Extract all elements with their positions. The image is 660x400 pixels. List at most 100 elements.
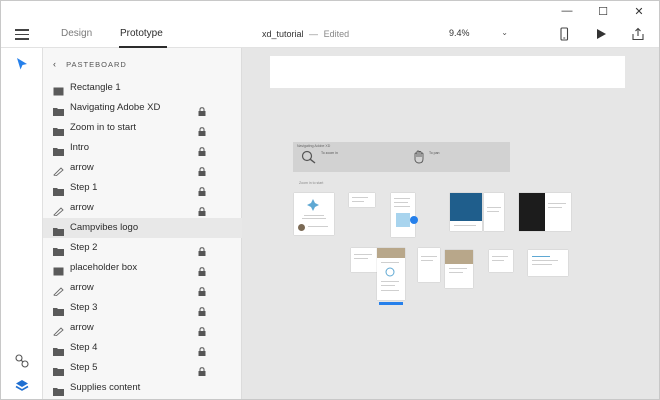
lock-icon[interactable] xyxy=(198,323,206,336)
layer-row[interactable]: Step 2 xyxy=(43,238,242,258)
lock-icon[interactable] xyxy=(198,243,206,256)
campvibes-logo-icon xyxy=(307,199,319,211)
nav-pan-hint: To pan xyxy=(429,151,440,155)
tab-prototype[interactable]: Prototype xyxy=(120,28,163,39)
navigating-adobe-xd-board[interactable]: Navigating Adobe XD To zoom in To pan xyxy=(293,142,510,172)
intro-artboard[interactable] xyxy=(294,193,334,235)
rectangle-icon xyxy=(53,83,64,96)
hamburger-menu-icon[interactable] xyxy=(15,29,29,40)
placeholder-box xyxy=(396,213,410,227)
close-button[interactable]: ✕ xyxy=(621,1,657,21)
layer-label: Intro xyxy=(70,142,90,153)
supplies-detail-artboard[interactable] xyxy=(418,248,440,282)
compass-icon xyxy=(385,267,395,277)
step-3-detail-artboard[interactable] xyxy=(484,193,504,231)
toolbar: Design Prototype xd_tutorial — Edited 9.… xyxy=(1,21,659,48)
layer-row[interactable]: Campvibes logo xyxy=(43,218,242,238)
share-icon[interactable] xyxy=(631,27,645,41)
layer-label: Step 3 xyxy=(70,302,98,313)
layer-row[interactable]: Step 5 xyxy=(43,358,242,378)
step-4-detail-artboard[interactable] xyxy=(545,193,571,231)
zoom-in-to-start-label: Zoom in to start xyxy=(299,181,324,185)
chevron-down-icon: ⌄ xyxy=(501,28,508,37)
layer-row[interactable]: arrow xyxy=(43,278,242,298)
layer-label: Navigating Adobe XD xyxy=(70,102,161,113)
zoom-value: 9.4% xyxy=(449,28,470,38)
document-title-separator: — xyxy=(309,29,319,39)
layer-row[interactable]: arrow xyxy=(43,158,242,178)
zoom-dropdown[interactable]: 9.4% ⌄ xyxy=(446,26,512,42)
layer-row[interactable]: placeholder box xyxy=(43,258,242,278)
rectangle-artboard[interactable] xyxy=(270,56,625,88)
minimize-button[interactable]: — xyxy=(549,1,585,21)
document-status: Edited xyxy=(323,29,350,39)
lock-icon[interactable] xyxy=(198,123,206,136)
folder-icon xyxy=(53,343,64,356)
step-3-artboard[interactable] xyxy=(450,193,482,231)
document-name: xd_tutorial xyxy=(262,29,304,39)
lock-icon[interactable] xyxy=(198,283,206,296)
layers-icon[interactable] xyxy=(14,378,30,394)
step-4-artboard[interactable] xyxy=(519,193,545,231)
layer-label: Step 2 xyxy=(70,242,98,253)
tab-design[interactable]: Design xyxy=(61,28,92,39)
campsite-detail-artboard[interactable] xyxy=(489,250,513,272)
lock-icon[interactable] xyxy=(198,143,206,156)
layer-list: Rectangle 1 Navigating Adobe XD Zoom in to… xyxy=(43,78,242,398)
layer-row[interactable]: Step 3 xyxy=(43,298,242,318)
layer-row[interactable]: Rectangle 1 xyxy=(43,78,242,98)
layer-row[interactable]: Navigating Adobe XD xyxy=(43,98,242,118)
chevron-left-icon[interactable]: ‹ xyxy=(53,59,57,69)
folder-icon xyxy=(53,363,64,376)
supplies-artboard[interactable] xyxy=(377,248,405,305)
lock-icon[interactable] xyxy=(198,303,206,316)
lock-icon[interactable] xyxy=(198,163,206,176)
step-5-artboard[interactable] xyxy=(351,248,377,272)
layer-label: Supplies content xyxy=(70,382,141,393)
lock-icon[interactable] xyxy=(198,263,206,276)
rectangle-icon xyxy=(53,263,64,276)
folder-icon xyxy=(53,123,64,136)
lock-icon[interactable] xyxy=(198,103,206,116)
layers-panel: ‹ PASTEBOARD Rectangle 1 Navigating Adobe… xyxy=(43,48,242,399)
document-title: xd_tutorial — Edited xyxy=(262,29,349,39)
layer-row[interactable]: Supplies content xyxy=(43,378,242,398)
layer-label: Step 1 xyxy=(70,182,98,193)
select-arrow-icon[interactable] xyxy=(14,56,30,72)
layer-label: arrow xyxy=(70,282,94,293)
pen-path-icon xyxy=(53,323,64,337)
magnifier-icon xyxy=(301,150,316,164)
layer-row[interactable]: Zoom in to start xyxy=(43,118,242,138)
pasteboard-header[interactable]: ‹ PASTEBOARD xyxy=(53,59,127,69)
layer-label: arrow xyxy=(70,202,94,213)
layer-row[interactable]: Step 4 xyxy=(43,338,242,358)
step-1-artboard[interactable] xyxy=(349,193,375,207)
nav-zoom-hint: To zoom in xyxy=(321,151,338,155)
campsite-artboard[interactable] xyxy=(445,250,473,288)
layer-label: Rectangle 1 xyxy=(70,82,121,93)
layer-row[interactable]: arrow xyxy=(43,198,242,218)
layer-label: Step 5 xyxy=(70,362,98,373)
lock-icon[interactable] xyxy=(198,343,206,356)
lock-icon[interactable] xyxy=(198,203,206,216)
mobile-preview-icon[interactable] xyxy=(557,27,571,41)
lock-icon[interactable] xyxy=(198,363,206,376)
folder-icon xyxy=(53,103,64,116)
layer-label: Step 4 xyxy=(70,342,98,353)
play-icon[interactable] xyxy=(594,27,608,41)
folder-icon xyxy=(53,183,64,196)
link-icon[interactable] xyxy=(14,353,30,369)
final-artboard[interactable] xyxy=(528,250,568,276)
maximize-button[interactable]: ☐ xyxy=(585,1,621,21)
step-2-artboard[interactable] xyxy=(391,193,418,237)
layer-row[interactable]: Intro xyxy=(43,138,242,158)
layer-label: placeholder box xyxy=(70,262,138,273)
layer-row[interactable]: arrow xyxy=(43,318,242,338)
lock-icon[interactable] xyxy=(198,183,206,196)
layer-row[interactable]: Step 1 xyxy=(43,178,242,198)
pen-path-icon xyxy=(53,283,64,297)
layer-label: arrow xyxy=(70,322,94,333)
canvas[interactable]: Navigating Adobe XD To zoom in To pan Zo… xyxy=(243,48,659,399)
layer-label: Zoom in to start xyxy=(70,122,136,133)
title-bar: — ☐ ✕ xyxy=(1,1,659,21)
